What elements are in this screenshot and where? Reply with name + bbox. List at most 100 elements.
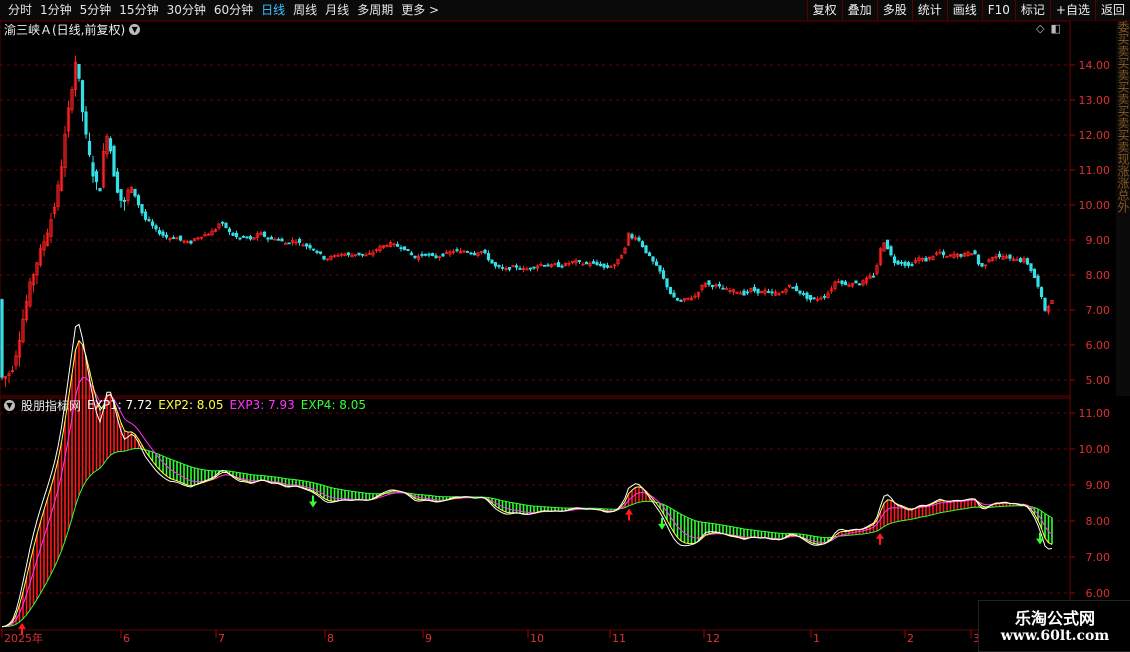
tool-button[interactable]: 复权 [806,0,842,20]
candle-body [577,260,582,263]
candle-body [941,251,946,256]
exp4-line [1,448,1053,628]
period-tab[interactable]: 月线 [321,0,353,20]
exp3-value: EXP3: 7.93 [229,398,295,412]
candle-body [871,275,876,278]
candle-body [189,240,193,244]
candle-body [80,80,85,113]
candle-body [357,252,361,255]
candle-body [136,195,141,206]
candle-body [973,250,977,255]
exp4-value: EXP4: 8.05 [300,398,367,412]
candle-body [360,253,365,256]
candle-body [241,235,246,238]
candle-body [924,257,928,262]
candle-body [997,253,1002,258]
indicator-tick-label: 9.00 [1086,479,1111,492]
candle-body [248,236,253,240]
candle-body [346,252,351,256]
tool-button[interactable]: F10 [981,0,1015,20]
price-tick-label: 13.00 [1079,94,1111,107]
candle-body [287,242,291,245]
quote-side-strip: 委买卖买卖买卖买卖买卖现涨涨总外 [1116,21,1130,396]
candle-body [490,259,494,264]
main-chart-icons: ◇ ◧ [1036,22,1061,35]
candle-body [644,245,648,254]
sell-arrow-icon [309,495,317,508]
candle-body [399,247,403,250]
period-tab[interactable]: 15分钟 [115,0,162,20]
panel-toggle-icon[interactable]: ◧ [1050,22,1060,35]
tool-button[interactable]: +自选 [1049,0,1095,20]
date-label: 6 [123,632,130,645]
period-tab[interactable]: 5分钟 [76,0,116,20]
candle-body [903,261,907,266]
candle-body [402,246,407,251]
chevron-down-icon[interactable]: ▼ [4,399,15,411]
tool-button[interactable]: 画线 [946,0,982,20]
date-label: 2 [907,632,914,645]
candle-body [651,256,655,262]
candle-body [794,285,799,292]
candle-body [472,252,477,256]
candle-body [602,263,606,268]
indicator-frame [0,397,1071,631]
tool-button[interactable]: 标记 [1014,0,1050,20]
candle-body [406,249,410,252]
diamond-icon[interactable]: ◇ [1036,22,1044,35]
chart-canvas[interactable]: 14.00 13.00 12.00 11.00 10.00 9.00 8.00 7.00 6.0… [0,0,1130,650]
candle-body [892,256,897,264]
candle-body [1039,287,1044,297]
period-tab[interactable]: 多周期 [353,0,397,20]
period-tab[interactable]: 分时 [4,0,36,20]
candle-body [1015,259,1019,261]
tool-button[interactable]: 统计 [911,0,947,20]
candle-body [770,291,774,294]
indicator-name[interactable]: 股朋指标网 [21,397,81,414]
candle-body [178,235,183,241]
candle-body [976,254,981,265]
candle-body [854,280,858,284]
stock-title: 渝三峡Ａ(日线,前复权) [4,22,126,37]
candle-body [598,263,603,267]
indicator-tick-label: 8.00 [1086,515,1111,528]
indicator-tick-label: 7.00 [1086,551,1111,564]
candle-body [220,221,225,224]
candle-body [637,237,641,241]
candle-body [262,231,267,237]
candle-body [304,243,309,247]
tool-button[interactable]: 返回 [1094,0,1130,20]
candle-body [318,251,323,254]
period-tab[interactable]: 更多 > [397,0,443,20]
period-tab[interactable]: 30分钟 [163,0,210,20]
period-tab[interactable]: 日线 [257,0,289,20]
watermark-logo: 乐淘公式网 www.60lt.com [978,600,1130,652]
candle-body [441,253,445,257]
period-tab[interactable]: 周线 [289,0,321,20]
candle-body [469,252,473,255]
price-tick-label: 12.00 [1079,129,1111,142]
top-toolbar: 分时 1分钟 5分钟 15分钟 30分钟 60分钟 日线 周线 月线 多周期 更多 > 复权 叠加 多股… [0,0,1130,21]
candle-body [857,283,862,286]
candle-body [798,290,802,294]
date-label: 12 [706,632,720,645]
tool-button[interactable]: 叠加 [841,0,877,20]
candle-body [899,262,904,264]
candle-body [119,189,123,201]
candle-body [455,249,459,252]
candle-body [910,264,914,266]
candle-body [1025,258,1030,265]
candle-body [231,232,235,236]
candle-body [157,230,162,235]
chevron-down-icon[interactable]: ▼ [129,23,141,35]
exp1-value: EXP1: 7.72 [87,398,153,412]
candle-body [654,261,659,266]
candle-body [805,292,809,299]
tool-button[interactable]: 多股 [876,0,912,20]
candle-body [133,188,137,197]
candle-body [605,265,610,268]
period-tab[interactable]: 60分钟 [210,0,257,20]
candle-body [1043,297,1047,311]
period-tab[interactable]: 1分钟 [36,0,76,20]
candle-body [84,111,88,135]
